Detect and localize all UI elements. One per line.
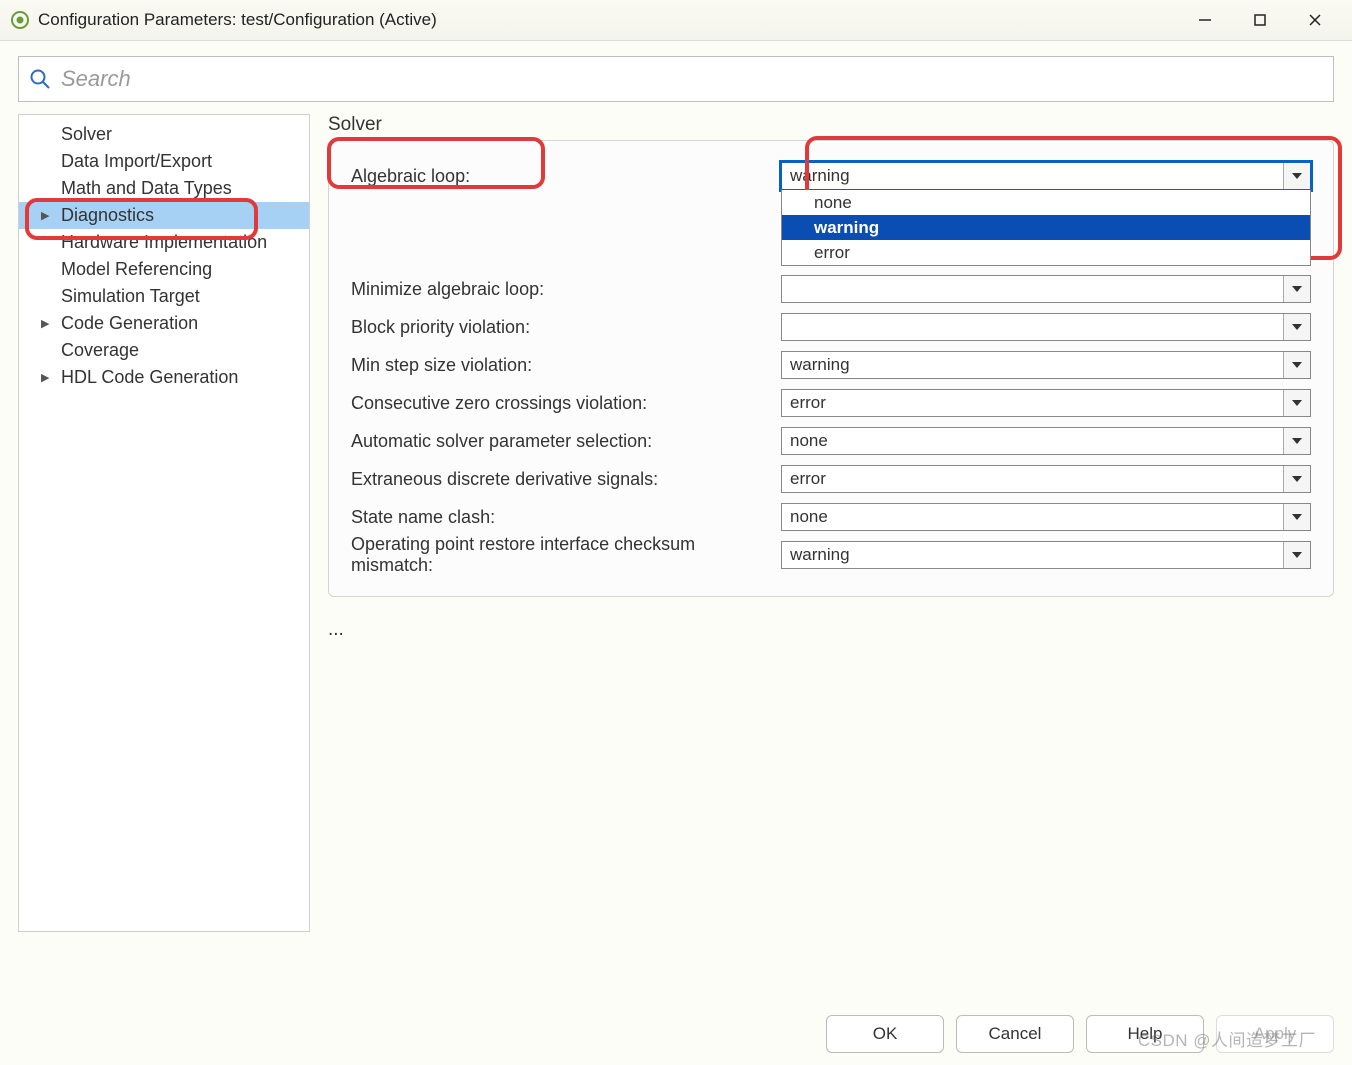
sidebar-item-hardware-implementation[interactable]: Hardware Implementation	[19, 229, 309, 256]
main-panel: Solver Algebraic loop:warningnonewarning…	[328, 114, 1334, 932]
setting-label: Consecutive zero crossings violation:	[351, 393, 781, 414]
ok-button[interactable]: OK	[826, 1015, 944, 1053]
search-icon	[29, 68, 51, 90]
sidebar-item-label: Coverage	[61, 340, 139, 361]
sidebar-item-math-and-data-types[interactable]: Math and Data Types	[19, 175, 309, 202]
setting-select[interactable]: error	[781, 465, 1311, 493]
sidebar-item-model-referencing[interactable]: Model Referencing	[19, 256, 309, 283]
sidebar-item-label: Model Referencing	[61, 259, 212, 280]
setting-select-value: warning	[790, 355, 850, 375]
sidebar-item-solver[interactable]: Solver	[19, 121, 309, 148]
setting-select-value: warning	[790, 545, 850, 565]
setting-label: Operating point restore interface checks…	[351, 534, 781, 576]
dropdown-option[interactable]: warning	[782, 215, 1310, 240]
setting-label: Minimize algebraic loop:	[351, 279, 781, 300]
sidebar-item-hdl-code-generation[interactable]: ▶ HDL Code Generation	[19, 364, 309, 391]
setting-row: Block priority violation:	[351, 308, 1311, 346]
setting-select-wrap: error	[781, 465, 1311, 493]
setting-select-value: none	[790, 431, 828, 451]
setting-select-wrap: error	[781, 389, 1311, 417]
window-close-button[interactable]	[1287, 0, 1342, 40]
setting-select-wrap: warning	[781, 351, 1311, 379]
search-input[interactable]	[59, 65, 1323, 93]
setting-label: Extraneous discrete derivative signals:	[351, 469, 781, 490]
setting-select-wrap: none	[781, 503, 1311, 531]
chevron-down-icon[interactable]	[1283, 390, 1310, 416]
search-bar[interactable]	[18, 56, 1334, 102]
setting-row: State name clash: none	[351, 498, 1311, 536]
setting-row: Minimize algebraic loop:	[351, 270, 1311, 308]
setting-select[interactable]: error	[781, 389, 1311, 417]
section-header: Solver	[328, 114, 1334, 136]
sidebar-item-label: Diagnostics	[61, 205, 154, 226]
setting-select[interactable]	[781, 275, 1311, 303]
tree-expand-icon[interactable]: ▶	[41, 371, 49, 384]
setting-select-wrap: warningnonewarningerror	[781, 162, 1311, 190]
tree-expand-icon[interactable]: ▶	[41, 317, 49, 330]
sidebar-item-label: HDL Code Generation	[61, 367, 238, 388]
window-titlebar: Configuration Parameters: test/Configura…	[0, 0, 1352, 41]
help-button[interactable]: Help	[1086, 1015, 1204, 1053]
setting-select[interactable]: warning	[781, 541, 1311, 569]
chevron-down-icon[interactable]	[1283, 466, 1310, 492]
setting-select-wrap: none	[781, 427, 1311, 455]
chevron-down-icon[interactable]	[1283, 163, 1310, 189]
sidebar-item-label: Math and Data Types	[61, 178, 232, 199]
sidebar-item-label: Simulation Target	[61, 286, 200, 307]
setting-row: Extraneous discrete derivative signals: e…	[351, 460, 1311, 498]
setting-select-wrap	[781, 275, 1311, 303]
sidebar-item-label: Data Import/Export	[61, 151, 212, 172]
sidebar-item-data-import-export[interactable]: Data Import/Export	[19, 148, 309, 175]
setting-select-wrap: warning	[781, 541, 1311, 569]
chevron-down-icon[interactable]	[1283, 504, 1310, 530]
app-icon	[10, 10, 30, 30]
setting-select-value: error	[790, 469, 826, 489]
cancel-button[interactable]: Cancel	[956, 1015, 1074, 1053]
dropdown-option[interactable]: none	[782, 190, 1310, 215]
setting-select-value: warning	[790, 166, 850, 186]
setting-select[interactable]: warning	[781, 162, 1311, 190]
setting-label: Block priority violation:	[351, 317, 781, 338]
setting-select[interactable]: warning	[781, 351, 1311, 379]
chevron-down-icon[interactable]	[1283, 428, 1310, 454]
dropdown-list: nonewarningerror	[781, 190, 1311, 266]
dropdown-option[interactable]: error	[782, 240, 1310, 265]
setting-row: Algebraic loop:warningnonewarningerror	[351, 157, 1311, 195]
sidebar-item-coverage[interactable]: Coverage	[19, 337, 309, 364]
sidebar-item-label: Hardware Implementation	[61, 232, 267, 253]
setting-label: State name clash:	[351, 507, 781, 528]
category-sidebar: Solver Data Import/Export Math and Data Ty…	[18, 114, 310, 932]
setting-select[interactable]: none	[781, 503, 1311, 531]
setting-row: Consecutive zero crossings violation: err…	[351, 384, 1311, 422]
dialog-footer: OK Cancel Help Apply	[826, 1015, 1334, 1053]
window-maximize-button[interactable]	[1232, 0, 1287, 40]
sidebar-item-simulation-target[interactable]: Simulation Target	[19, 283, 309, 310]
sidebar-item-label: Solver	[61, 124, 112, 145]
apply-button[interactable]: Apply	[1216, 1015, 1334, 1053]
chevron-down-icon[interactable]	[1283, 314, 1310, 340]
setting-select-wrap	[781, 313, 1311, 341]
more-indicator: ...	[328, 619, 1334, 641]
chevron-down-icon[interactable]	[1283, 276, 1310, 302]
setting-label: Algebraic loop:	[351, 166, 781, 187]
sidebar-item-label: Code Generation	[61, 313, 198, 334]
window-title: Configuration Parameters: test/Configura…	[38, 10, 1177, 30]
sidebar-item-code-generation[interactable]: ▶ Code Generation	[19, 310, 309, 337]
setting-row: Operating point restore interface checks…	[351, 536, 1311, 574]
setting-label: Min step size violation:	[351, 355, 781, 376]
chevron-down-icon[interactable]	[1283, 352, 1310, 378]
window-minimize-button[interactable]	[1177, 0, 1232, 40]
setting-select[interactable]	[781, 313, 1311, 341]
sidebar-item-diagnostics[interactable]: ▶ Diagnostics	[19, 202, 309, 229]
setting-label: Automatic solver parameter selection:	[351, 431, 781, 452]
settings-panel: Algebraic loop:warningnonewarningerrorMi…	[328, 140, 1334, 597]
setting-select-value: error	[790, 393, 826, 413]
setting-row: Automatic solver parameter selection: non…	[351, 422, 1311, 460]
setting-select[interactable]: none	[781, 427, 1311, 455]
setting-row: Min step size violation: warning	[351, 346, 1311, 384]
tree-expand-icon[interactable]: ▶	[41, 209, 49, 222]
chevron-down-icon[interactable]	[1283, 542, 1310, 568]
setting-select-value: none	[790, 507, 828, 527]
